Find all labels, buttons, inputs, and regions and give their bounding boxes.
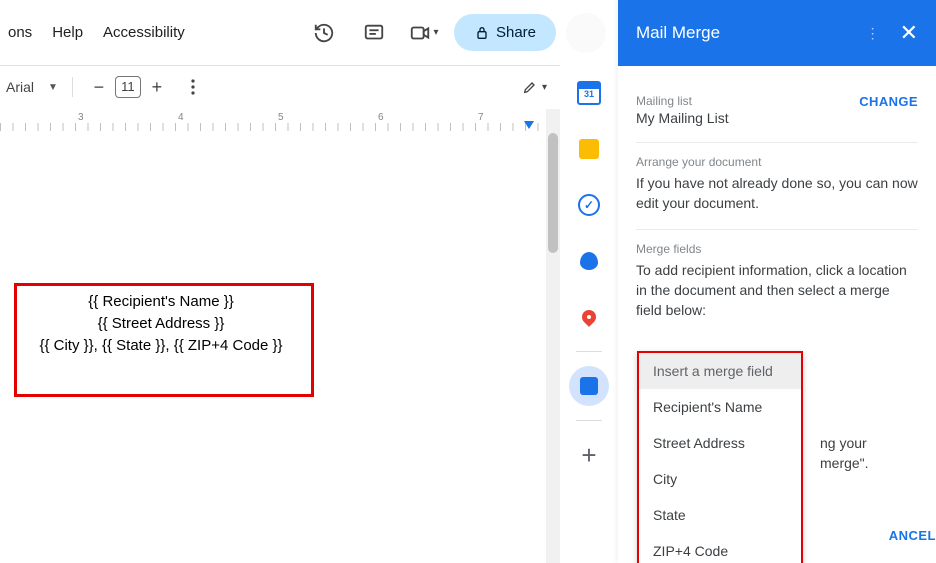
divider (576, 351, 602, 352)
menu-accessibility[interactable]: Accessibility (97, 20, 191, 45)
format-toolbar: Arial ▼ − 11 + ▾ (0, 65, 620, 109)
cancel-button[interactable]: ANCEL (889, 528, 936, 543)
ruler-mark: 7 (478, 112, 484, 123)
maps-icon[interactable] (560, 289, 618, 345)
meet-button[interactable]: ▾ (404, 13, 444, 53)
document-text[interactable]: {{ Recipient's Name }} {{ Street Address… (16, 291, 306, 357)
mailmerge-header: Mail Merge ⋮ ✕ (618, 0, 936, 66)
ruler-mark: 3 (78, 112, 84, 123)
merge-option-street[interactable]: Street Address (639, 425, 801, 461)
document-canvas[interactable]: {{ Recipient's Name }} {{ Street Address… (0, 131, 546, 563)
menu-bar: ons Help Accessibility ▾ Share (0, 0, 620, 66)
vertical-scrollbar[interactable] (546, 109, 560, 563)
arrange-section: Arrange your document If you have not al… (636, 143, 918, 230)
merge-fields-text: To add recipient information, click a lo… (636, 260, 918, 320)
editing-mode-button[interactable]: ▾ (512, 72, 557, 102)
arrange-label: Arrange your document (636, 155, 918, 169)
panel-menu-button[interactable]: ⋮ (866, 25, 882, 42)
ruler-mark: 6 (378, 112, 384, 123)
scroll-thumb[interactable] (548, 133, 558, 253)
merge-option-zip[interactable]: ZIP+4 Code (639, 533, 801, 563)
more-options-button[interactable] (181, 75, 205, 99)
merge-dropdown-header: Insert a merge field (639, 353, 801, 389)
merge-option-city[interactable]: City (639, 461, 801, 497)
history-icon[interactable] (304, 13, 344, 53)
mailmerge-addon-icon[interactable] (560, 358, 618, 414)
font-increase-button[interactable]: + (145, 75, 169, 99)
merge-field-dropdown[interactable]: Insert a merge field Recipient's Name St… (637, 351, 803, 563)
change-mailing-list-button[interactable]: CHANGE (859, 94, 918, 109)
mailmerge-title: Mail Merge (636, 23, 720, 43)
ruler-mark: 5 (278, 112, 284, 123)
mailing-list-section: Mailing list My Mailing List CHANGE (636, 82, 918, 143)
doc-line: {{ City }}, {{ State }}, {{ ZIP+4 Code }… (16, 335, 306, 357)
share-button[interactable]: Share (454, 14, 556, 51)
font-selector[interactable]: Arial ▼ (6, 79, 58, 95)
divider (576, 420, 602, 421)
chevron-down-icon: ▼ (48, 82, 58, 93)
mailing-list-label: Mailing list (636, 94, 729, 108)
font-size-input[interactable]: 11 (115, 76, 141, 98)
add-addon-button[interactable]: + (560, 427, 618, 483)
font-decrease-button[interactable]: − (87, 75, 111, 99)
tasks-icon[interactable]: ✓ (560, 177, 618, 233)
close-icon[interactable]: ✕ (900, 20, 918, 46)
merge-option-state[interactable]: State (639, 497, 801, 533)
ruler-mark: 4 (178, 112, 184, 123)
ruler[interactable]: 3 4 5 6 7 (0, 109, 546, 132)
merge-fields-label: Merge fields (636, 242, 918, 256)
keep-icon[interactable] (560, 121, 618, 177)
account-avatar[interactable] (566, 13, 606, 53)
side-panel: ✓ + (560, 65, 618, 563)
share-label: Share (496, 24, 536, 41)
merge-fields-section: Merge fields To add recipient informatio… (636, 230, 918, 336)
panel-truncated-text: ng your merge". (820, 433, 930, 473)
contacts-icon[interactable] (560, 233, 618, 289)
arrange-text: If you have not already done so, you can… (636, 173, 918, 213)
doc-line: {{ Street Address }} (16, 313, 306, 335)
menu-addons[interactable]: ons (2, 20, 38, 45)
menu-help[interactable]: Help (46, 20, 89, 45)
comments-icon[interactable] (354, 13, 394, 53)
merge-option-recipient[interactable]: Recipient's Name (639, 389, 801, 425)
font-name: Arial (6, 79, 34, 95)
right-indent-marker[interactable] (524, 121, 534, 129)
calendar-icon[interactable] (560, 65, 618, 121)
mailing-list-value: My Mailing List (636, 110, 729, 126)
doc-line: {{ Recipient's Name }} (16, 291, 306, 313)
